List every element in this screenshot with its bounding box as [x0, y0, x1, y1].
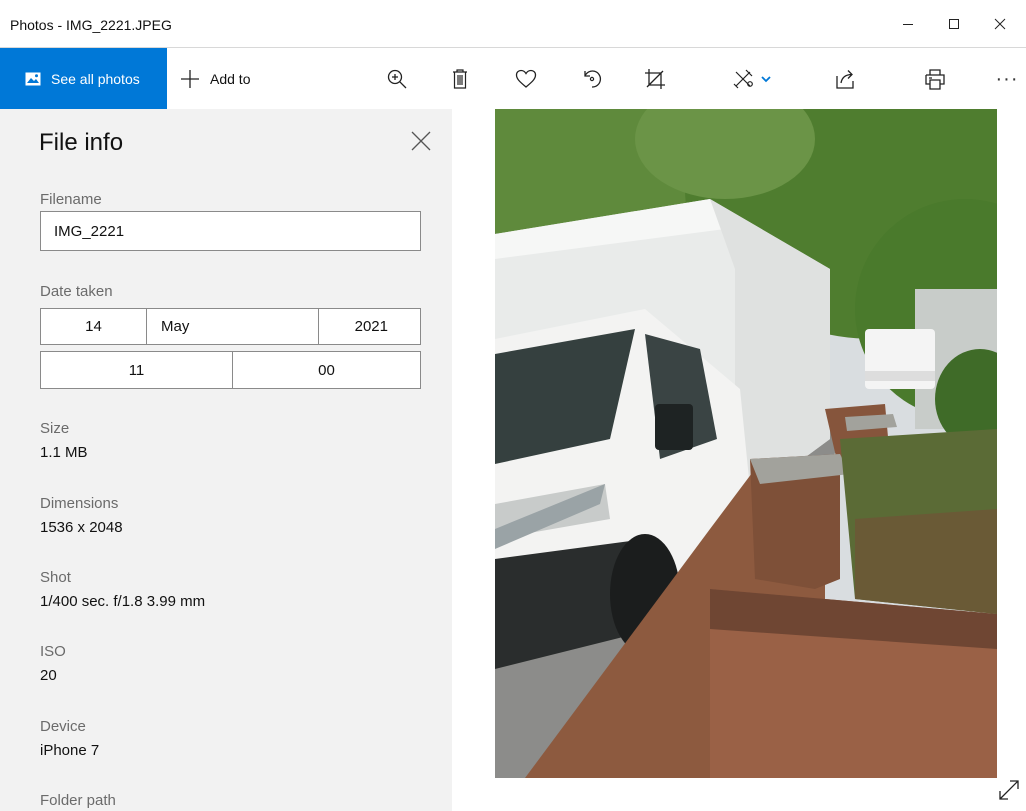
window-title: Photos - IMG_2221.JPEG — [10, 17, 172, 33]
close-window-button[interactable] — [977, 0, 1023, 48]
crop-button[interactable] — [638, 62, 672, 96]
delete-button[interactable] — [443, 62, 477, 96]
photos-icon — [25, 72, 41, 85]
close-panel-button[interactable] — [406, 126, 436, 156]
add-to-button[interactable]: Add to — [180, 48, 250, 109]
share-button[interactable] — [828, 62, 862, 96]
time-minute[interactable]: 00 — [232, 352, 420, 388]
dimensions-value: 1536 x 2048 — [40, 519, 123, 536]
close-icon — [411, 131, 431, 151]
favorite-button[interactable] — [509, 62, 543, 96]
date-year[interactable]: 2021 — [318, 309, 420, 344]
minimize-button[interactable] — [885, 0, 931, 48]
print-button[interactable] — [918, 62, 952, 96]
rotate-icon — [584, 70, 601, 88]
fullscreen-button[interactable] — [996, 777, 1022, 803]
device-label: Device — [40, 718, 86, 735]
crop-icon — [645, 69, 665, 89]
filename-input[interactable] — [40, 211, 421, 251]
dimensions-label: Dimensions — [40, 495, 119, 512]
photo-image[interactable] — [495, 109, 997, 778]
plus-icon — [181, 69, 199, 88]
delete-icon — [453, 69, 467, 89]
see-all-photos-label: See all photos — [51, 70, 140, 87]
date-month[interactable]: May — [146, 309, 318, 344]
edit-create-button[interactable] — [730, 62, 774, 96]
add-to-label: Add to — [210, 70, 251, 87]
edit-icon — [733, 69, 753, 89]
size-value: 1.1 MB — [40, 444, 88, 461]
iso-value: 20 — [40, 667, 57, 684]
chevron-down-icon — [761, 76, 771, 83]
date-day[interactable]: 14 — [41, 309, 146, 344]
folder-path-label: Folder path — [40, 792, 116, 809]
zoom-button[interactable] — [380, 62, 414, 96]
maximize-button[interactable] — [931, 0, 977, 48]
shot-label: Shot — [40, 569, 71, 586]
size-label: Size — [40, 420, 70, 437]
close-icon — [994, 18, 1006, 30]
device-value: iPhone 7 — [40, 742, 100, 759]
more-options-button[interactable]: ··· — [990, 62, 1024, 96]
panel-title: File info — [39, 129, 124, 156]
file-info-panel: File info Filename Date taken 14 May 202… — [0, 109, 452, 811]
title-bar: Photos - IMG_2221.JPEG — [0, 0, 1026, 48]
iso-label: ISO — [40, 643, 66, 660]
heart-icon — [515, 69, 537, 88]
see-all-photos-button[interactable]: See all photos — [0, 48, 167, 109]
date-taken-label: Date taken — [40, 283, 113, 300]
rotate-button[interactable] — [575, 62, 609, 96]
share-icon — [836, 70, 854, 89]
date-picker[interactable]: 14 May 2021 — [40, 308, 421, 345]
print-icon — [925, 69, 945, 90]
minimize-icon — [903, 24, 913, 25]
toolbar: See all photos Add to ··· — [0, 48, 1026, 109]
maximize-icon — [949, 19, 959, 29]
filename-label: Filename — [40, 191, 102, 208]
shot-value: 1/400 sec. f/1.8 3.99 mm — [40, 593, 206, 610]
time-hour[interactable]: 11 — [41, 352, 232, 388]
zoom-icon — [387, 69, 407, 89]
fullscreen-icon — [999, 780, 1019, 800]
time-picker[interactable]: 11 00 — [40, 351, 421, 389]
